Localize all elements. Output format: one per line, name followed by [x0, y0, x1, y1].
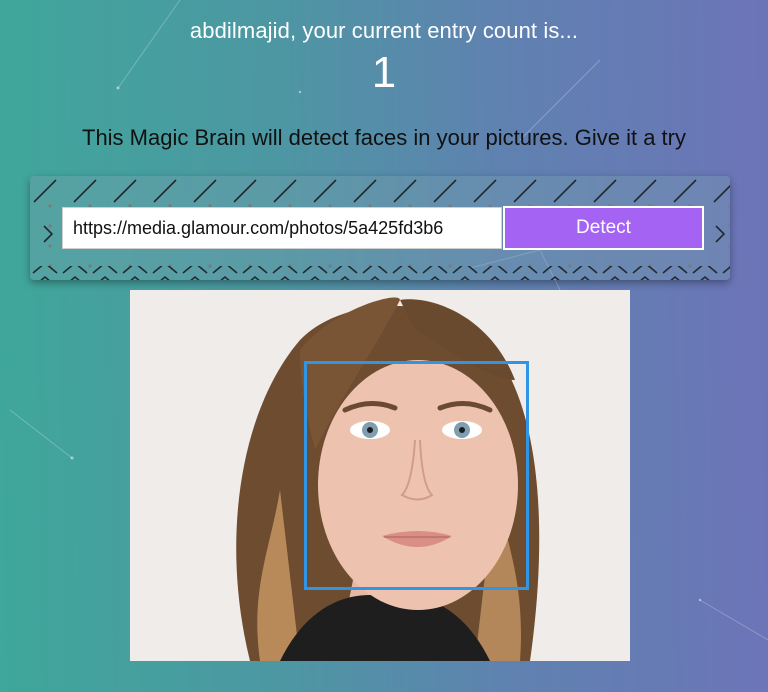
entry-count-value: 1: [371, 48, 397, 97]
image-url-input[interactable]: [62, 207, 502, 249]
image-url-form: Detect: [30, 176, 730, 280]
entry-count-greeting: abdilmajid, your current entry count is.…: [189, 18, 579, 43]
detect-button[interactable]: Detect: [503, 206, 704, 250]
app-tagline: This Magic Brain will detect faces in yo…: [82, 125, 686, 150]
face-image: [130, 290, 630, 661]
face-bounding-box: [304, 361, 529, 590]
